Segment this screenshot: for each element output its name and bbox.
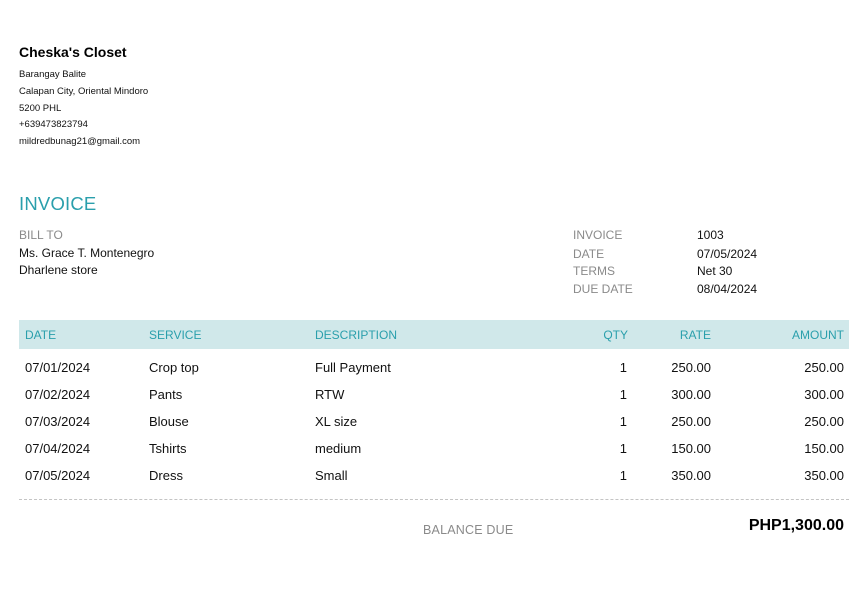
- row-qty: 1: [619, 360, 627, 375]
- company-address-line1: Barangay Balite: [19, 69, 87, 80]
- row-qty: 1: [619, 468, 627, 483]
- company-address: Barangay Balite Calapan City, Oriental M…: [19, 67, 148, 151]
- row-date: 07/01/2024: [25, 360, 91, 375]
- company-name: Cheska's Closet: [19, 44, 127, 60]
- invoice-date-label: DATE: [573, 247, 605, 261]
- balance-due-label: BALANCE DUE: [423, 523, 514, 537]
- table-row: 07/02/2024 Pants RTW 1 300.00 300.00: [19, 387, 849, 407]
- bill-to-store: Dharlene store: [19, 263, 98, 277]
- row-rate: 150.00: [671, 441, 711, 456]
- column-header-date: DATE: [25, 328, 57, 342]
- company-address-line2: Calapan City, Oriental Mindoro: [19, 85, 149, 97]
- invoice-number-value: 1003: [697, 228, 724, 242]
- invoice-title: INVOICE: [19, 193, 97, 214]
- invoice-number-label: INVOICE: [573, 228, 623, 242]
- row-rate: 350.00: [671, 468, 711, 483]
- terms-label: TERMS: [573, 264, 615, 278]
- row-date: 07/02/2024: [25, 387, 91, 402]
- row-rate: 250.00: [671, 414, 711, 429]
- totals-divider: [19, 499, 849, 500]
- column-header-rate: RATE: [679, 328, 711, 342]
- table-row: 07/05/2024 Dress Small 1 350.00 350.00: [19, 468, 849, 488]
- column-header-description: DESCRIPTION: [315, 328, 398, 342]
- due-date-value: 08/04/2024: [697, 282, 758, 296]
- row-qty: 1: [619, 387, 627, 402]
- row-service: Tshirts: [149, 441, 187, 456]
- row-date: 07/04/2024: [25, 441, 91, 456]
- bill-to-name: Ms. Grace T. Montenegro: [19, 246, 155, 260]
- table-row: 07/04/2024 Tshirts medium 1 150.00 150.0…: [19, 441, 849, 461]
- column-header-service: SERVICE: [149, 328, 202, 342]
- row-rate: 300.00: [671, 387, 711, 402]
- row-qty: 1: [619, 441, 627, 456]
- balance-due-value: PHP1,300.00: [748, 517, 844, 534]
- row-description: medium: [315, 441, 362, 456]
- row-description: Full Payment: [315, 360, 391, 375]
- row-amount: 250.00: [804, 414, 844, 429]
- company-email: mildredbunag21@gmail.com: [19, 136, 141, 148]
- table-row: 07/01/2024 Crop top Full Payment 1 250.0…: [19, 360, 849, 380]
- row-amount: 250.00: [804, 360, 844, 375]
- row-description: RTW: [315, 387, 345, 402]
- column-header-amount: AMOUNT: [792, 328, 844, 342]
- terms-value: Net 30: [697, 264, 733, 278]
- row-amount: 350.00: [804, 468, 844, 483]
- table-row: 07/03/2024 Blouse XL size 1 250.00 250.0…: [19, 414, 849, 434]
- row-service: Blouse: [149, 414, 189, 429]
- row-date: 07/03/2024: [25, 414, 91, 429]
- company-phone: +639473823794: [19, 119, 88, 131]
- row-service: Crop top: [149, 360, 199, 375]
- row-amount: 300.00: [804, 387, 844, 402]
- row-service: Pants: [149, 387, 183, 402]
- row-description: XL size: [315, 414, 358, 429]
- row-rate: 250.00: [671, 360, 711, 375]
- items-table-header: DATE SERVICE DESCRIPTION QTY RATE AMOUNT: [19, 320, 849, 349]
- row-description: Small: [315, 468, 348, 483]
- due-date-label: DUE DATE: [573, 282, 633, 296]
- row-date: 07/05/2024: [25, 468, 91, 483]
- column-header-qty: QTY: [603, 328, 628, 342]
- invoice-date-value: 07/05/2024: [697, 247, 758, 261]
- row-service: Dress: [149, 468, 183, 483]
- company-address-line3: 5200 PHL: [19, 102, 62, 114]
- bill-to-label: BILL TO: [19, 228, 63, 242]
- row-amount: 150.00: [804, 441, 844, 456]
- row-qty: 1: [619, 414, 627, 429]
